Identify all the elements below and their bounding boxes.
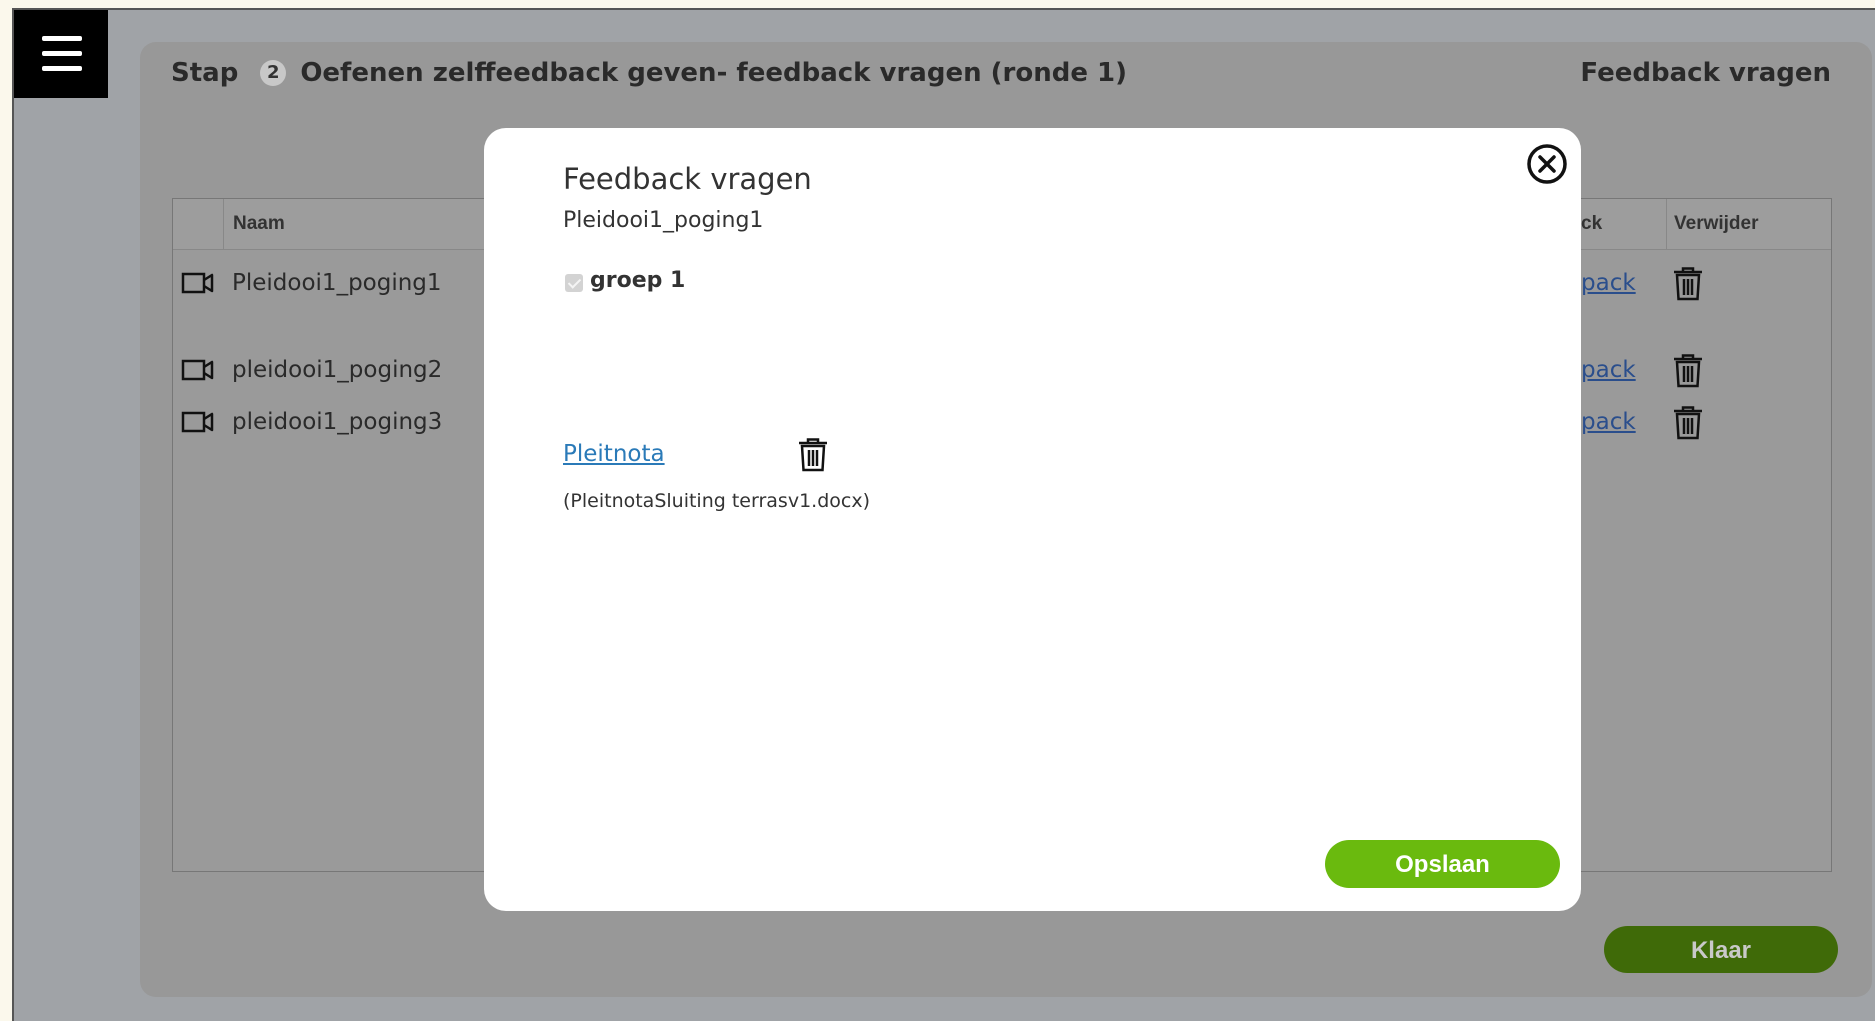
step-number-badge: 2 (260, 60, 287, 86)
trash-icon[interactable] (1673, 267, 1703, 305)
video-camera-icon (181, 358, 215, 386)
document-filename: (PleitnotaSluiting terrasv1.docx) (563, 490, 870, 512)
column-header-naam: Naam (233, 213, 285, 234)
modal-subtitle: Pleidooi1_poging1 (563, 208, 764, 233)
video-name[interactable]: Pleidooi1_poging1 (232, 270, 442, 296)
modal-title: Feedback vragen (563, 162, 812, 196)
column-header-verwijder: Verwijder (1674, 213, 1759, 234)
done-button[interactable]: Klaar (1604, 926, 1838, 973)
column-header-feedback: ck (1581, 213, 1603, 234)
step-label: Stap (171, 58, 239, 88)
group-label: groep 1 (590, 268, 686, 293)
video-camera-icon (181, 271, 215, 299)
trash-icon[interactable] (798, 438, 828, 476)
step-title: Oefenen zelffeedback geven- feedback vra… (300, 58, 1127, 88)
video-name[interactable]: pleidooi1_poging3 (232, 409, 442, 435)
save-button[interactable]: Opslaan (1325, 840, 1560, 888)
menu-button[interactable] (14, 10, 108, 98)
page-title: Feedback vragen (1580, 58, 1831, 88)
document-link[interactable]: Pleitnota (563, 441, 665, 467)
close-circle-icon[interactable] (1525, 142, 1569, 186)
trash-icon[interactable] (1673, 406, 1703, 444)
feedback-modal: Feedback vragen Pleidooi1_poging1 groep … (484, 128, 1581, 911)
step-header: Stap 2 Oefenen zelffeedback geven- feedb… (171, 58, 1127, 88)
feedback-link[interactable]: pack (1581, 357, 1636, 383)
video-camera-icon (181, 410, 215, 438)
video-name[interactable]: pleidooi1_poging2 (232, 357, 442, 383)
group-checkbox[interactable] (565, 274, 583, 292)
feedback-link[interactable]: pack (1581, 270, 1636, 296)
feedback-link[interactable]: pack (1581, 409, 1636, 435)
